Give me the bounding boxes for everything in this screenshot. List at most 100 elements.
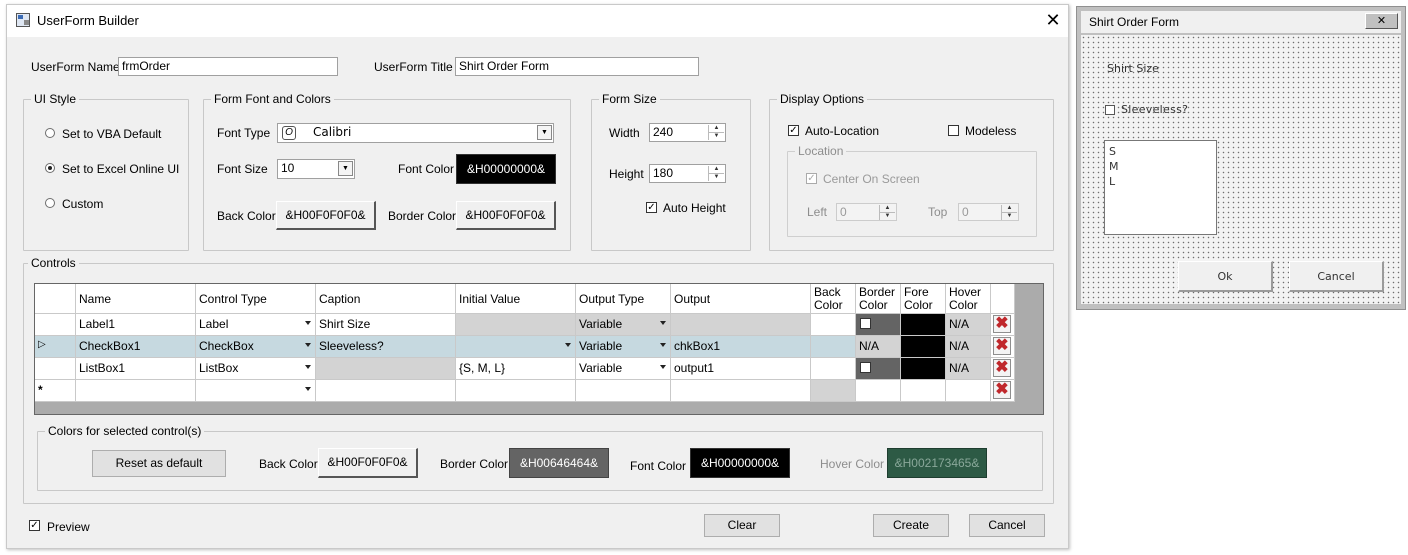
cell-control-type[interactable]: CheckBox — [196, 336, 316, 358]
delete-row-icon[interactable]: ✖ — [993, 337, 1011, 355]
radio-custom-label[interactable]: Custom — [62, 197, 103, 211]
header-output: Output — [671, 284, 811, 314]
height-spinner[interactable]: 180 ▲ ▼ — [649, 164, 726, 183]
reset-default-button[interactable]: Reset as default — [92, 450, 226, 477]
delete-row-icon[interactable]: ✖ — [993, 315, 1011, 333]
create-button[interactable]: Create — [873, 514, 949, 537]
radio-excel-online[interactable] — [45, 163, 55, 173]
new-cell-initial-value[interactable] — [456, 380, 576, 402]
sel-back-color-button[interactable]: &H00F0F0F0& — [318, 448, 418, 478]
clear-button[interactable]: Clear — [704, 514, 780, 537]
auto-height-checkbox[interactable]: ✓ — [646, 202, 657, 213]
new-cell-control-type[interactable] — [196, 380, 316, 402]
chevron-down-icon[interactable]: ▼ — [338, 161, 353, 176]
new-cell-output[interactable] — [671, 380, 811, 402]
cell-fore-color[interactable] — [901, 358, 946, 380]
sel-font-color-button[interactable]: &H00000000& — [690, 448, 790, 478]
cell-caption[interactable]: Shirt Size — [316, 314, 456, 336]
controls-grid[interactable]: Name Control Type Caption Initial Value … — [34, 283, 1044, 415]
chevron-down-icon[interactable] — [660, 321, 666, 325]
spin-buttons-icon[interactable]: ▲ ▼ — [879, 205, 895, 220]
font-color-button[interactable]: &H00000000& — [456, 154, 556, 184]
font-size-select[interactable]: 10 ▼ — [277, 159, 355, 179]
preview-listbox[interactable]: S M L — [1104, 140, 1217, 235]
preview-ok-button[interactable]: Ok — [1178, 261, 1273, 292]
center-on-screen-checkbox[interactable]: ✓ — [806, 173, 817, 184]
cell-border-color[interactable] — [856, 358, 901, 380]
preview-list-item[interactable]: L — [1109, 174, 1212, 189]
radio-vba-default[interactable] — [45, 128, 55, 138]
cell-back-color[interactable] — [811, 314, 856, 336]
chevron-down-icon[interactable] — [305, 321, 311, 325]
cell-output-type[interactable]: Variable — [576, 358, 671, 380]
auto-location-checkbox[interactable]: ✓ — [788, 125, 799, 136]
auto-height-label[interactable]: Auto Height — [663, 201, 726, 215]
cell-border-color[interactable] — [856, 314, 901, 336]
chevron-down-icon[interactable] — [305, 387, 311, 391]
preview-cancel-button[interactable]: Cancel — [1289, 261, 1384, 292]
border-checkbox[interactable] — [860, 318, 871, 329]
new-cell-name[interactable] — [76, 380, 196, 402]
close-icon[interactable]: ✕ — [1043, 10, 1063, 30]
userform-name-input[interactable]: frmOrder — [118, 57, 338, 76]
chevron-down-icon[interactable] — [305, 365, 311, 369]
modeless-checkbox[interactable] — [948, 125, 959, 136]
preview-label[interactable]: Preview — [47, 520, 90, 534]
radio-vba-default-label[interactable]: Set to VBA Default — [62, 127, 161, 141]
cancel-button[interactable]: Cancel — [969, 514, 1045, 537]
row-header[interactable] — [35, 314, 76, 336]
spin-buttons-icon[interactable]: ▲ ▼ — [708, 166, 724, 181]
preview-sleeveless-checkbox[interactable] — [1105, 105, 1115, 115]
delete-row-icon[interactable]: ✖ — [993, 359, 1011, 377]
cell-output[interactable]: output1 — [671, 358, 811, 380]
cell-fore-color[interactable] — [901, 336, 946, 358]
width-spinner[interactable]: 240 ▲ ▼ — [649, 123, 726, 142]
header-output-type: Output Type — [576, 284, 671, 314]
top-spinner[interactable]: 0 ▲ ▼ — [958, 203, 1019, 221]
cell-initial-value[interactable] — [456, 336, 576, 358]
chevron-down-icon[interactable] — [660, 343, 666, 347]
chevron-down-icon[interactable]: ▼ — [537, 125, 552, 140]
row-header-current[interactable]: ▷ — [35, 336, 76, 358]
new-cell-border-color[interactable] — [856, 380, 901, 402]
new-cell-output-type[interactable] — [576, 380, 671, 402]
cell-output-type[interactable]: Variable — [576, 336, 671, 358]
radio-custom[interactable] — [45, 198, 55, 208]
auto-location-label[interactable]: Auto-Location — [805, 124, 879, 138]
new-cell-caption[interactable] — [316, 380, 456, 402]
chevron-down-icon[interactable] — [305, 343, 311, 347]
sel-border-color-button[interactable]: &H00646464& — [509, 448, 609, 478]
new-cell-hover-color[interactable] — [946, 380, 991, 402]
cell-name[interactable]: Label1 — [76, 314, 196, 336]
radio-excel-online-label[interactable]: Set to Excel Online UI — [62, 162, 179, 176]
border-color-button[interactable]: &H00F0F0F0& — [456, 201, 556, 230]
cell-output-type[interactable]: Variable — [576, 314, 671, 336]
left-spinner[interactable]: 0 ▲ ▼ — [836, 203, 897, 221]
modeless-label[interactable]: Modeless — [965, 124, 1016, 138]
preview-list-item[interactable]: S — [1109, 144, 1212, 159]
preview-checkbox[interactable]: ✓ — [29, 520, 40, 531]
preview-close-icon[interactable]: ✕ — [1365, 13, 1398, 29]
font-type-select[interactable]: O Calibri ▼ — [277, 123, 554, 143]
chevron-down-icon[interactable] — [660, 365, 666, 369]
cell-caption[interactable]: Sleeveless? — [316, 336, 456, 358]
delete-row-icon[interactable]: ✖ — [993, 381, 1011, 399]
cell-output[interactable]: chkBox1 — [671, 336, 811, 358]
preview-list-item[interactable]: M — [1109, 159, 1212, 174]
new-cell-fore-color[interactable] — [901, 380, 946, 402]
cell-back-color[interactable] — [811, 336, 856, 358]
cell-back-color[interactable] — [811, 358, 856, 380]
row-header[interactable] — [35, 358, 76, 380]
cell-control-type[interactable]: ListBox — [196, 358, 316, 380]
back-color-button[interactable]: &H00F0F0F0& — [276, 201, 376, 230]
chevron-down-icon[interactable] — [565, 343, 571, 347]
spin-buttons-icon[interactable]: ▲ ▼ — [1001, 205, 1017, 220]
cell-initial-value[interactable]: {S, M, L} — [456, 358, 576, 380]
cell-control-type[interactable]: Label — [196, 314, 316, 336]
spin-buttons-icon[interactable]: ▲ ▼ — [708, 125, 724, 140]
border-checkbox[interactable] — [860, 362, 871, 373]
cell-fore-color[interactable] — [901, 314, 946, 336]
cell-name[interactable]: ListBox1 — [76, 358, 196, 380]
cell-name[interactable]: CheckBox1 — [76, 336, 196, 358]
userform-title-input[interactable]: Shirt Order Form — [455, 57, 699, 76]
